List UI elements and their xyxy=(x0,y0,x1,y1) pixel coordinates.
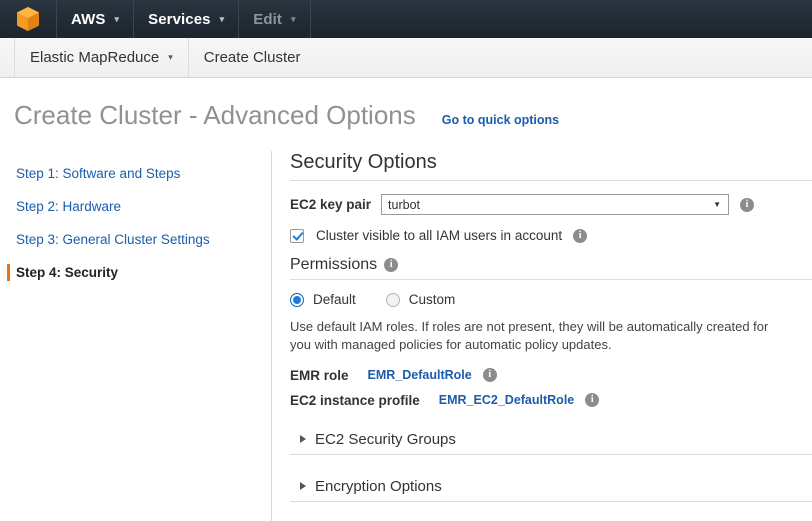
permissions-radio-group: Default Custom xyxy=(290,292,812,307)
nav-item-aws-label: AWS xyxy=(71,10,106,28)
info-icon[interactable]: i xyxy=(585,393,600,408)
emr-role-row: EMR role EMR_DefaultRole i xyxy=(290,368,812,383)
page-body: Step 1: Software and Steps Step 2: Hardw… xyxy=(0,151,812,521)
sidebar-item-step-4-label: Step 4: Security xyxy=(16,265,119,280)
nav-item-aws[interactable]: AWS ▾ xyxy=(57,0,135,38)
chevron-down-icon: ▾ xyxy=(114,13,120,24)
chevron-right-icon xyxy=(300,482,306,491)
collapsible-encryption-options-label: Encryption Options xyxy=(315,477,442,495)
ec2-key-pair-value: turbot xyxy=(388,197,421,212)
breadcrumb-leading-spacer xyxy=(0,38,15,77)
breadcrumb-item-service[interactable]: Elastic MapReduce ▾ xyxy=(15,38,189,77)
nav-item-services[interactable]: Services ▾ xyxy=(134,0,240,38)
chevron-down-icon: ▾ xyxy=(168,52,173,62)
nav-item-edit[interactable]: Edit ▾ xyxy=(239,0,311,38)
breadcrumb: Elastic MapReduce ▾ Create Cluster xyxy=(0,38,812,78)
permissions-description: Use default IAM roles. If roles are not … xyxy=(290,319,769,353)
page-header: Create Cluster - Advanced Options Go to … xyxy=(0,78,812,131)
chevron-down-icon: ▾ xyxy=(290,13,296,24)
chevron-down-icon: ▼ xyxy=(713,199,722,209)
breadcrumb-item-current: Create Cluster xyxy=(189,38,316,77)
sidebar-item-step-2[interactable]: Step 2: Hardware xyxy=(0,190,271,223)
emr-role-label: EMR role xyxy=(290,367,349,383)
collapsible-ec2-security-groups-label: EC2 Security Groups xyxy=(315,430,456,448)
permissions-radio-default-label: Default xyxy=(313,292,356,307)
info-icon[interactable]: i xyxy=(384,258,399,272)
ec2-key-pair-row: EC2 key pair turbot ▼ i xyxy=(290,194,812,215)
subsection-title-permissions: Permissions i xyxy=(290,256,812,280)
chevron-right-icon xyxy=(300,435,306,444)
section-title-security-options: Security Options xyxy=(290,151,812,181)
sidebar-item-step-4[interactable]: Step 4: Security xyxy=(0,256,271,289)
ec2-instance-profile-link[interactable]: EMR_EC2_DefaultRole xyxy=(439,393,574,407)
breadcrumb-current-label: Create Cluster xyxy=(203,49,301,66)
cluster-visible-row: Cluster visible to all IAM users in acco… xyxy=(290,228,812,243)
permissions-radio-custom-label: Custom xyxy=(408,292,456,307)
permissions-radio-custom[interactable] xyxy=(385,292,400,307)
info-icon[interactable]: i xyxy=(573,228,588,243)
page-title: Create Cluster - Advanced Options xyxy=(14,100,416,130)
collapsible-ec2-security-groups[interactable]: EC2 Security Groups xyxy=(290,424,812,455)
breadcrumb-service-label: Elastic MapReduce xyxy=(30,49,160,66)
chevron-down-icon: ▾ xyxy=(219,13,225,24)
sidebar-item-step-1[interactable]: Step 1: Software and Steps xyxy=(0,157,271,190)
aws-cube-icon xyxy=(17,7,39,31)
top-navigation-bar: AWS ▾ Services ▾ Edit ▾ xyxy=(0,0,812,38)
cluster-visible-checkbox[interactable] xyxy=(290,228,304,243)
info-icon[interactable]: i xyxy=(482,368,497,383)
emr-role-link[interactable]: EMR_DefaultRole xyxy=(368,368,472,382)
sidebar-item-step-1-label: Step 1: Software and Steps xyxy=(16,166,181,181)
ec2-key-pair-select[interactable]: turbot ▼ xyxy=(381,194,730,215)
ec2-instance-profile-row: EC2 instance profile EMR_EC2_DefaultRole… xyxy=(290,393,812,408)
aws-logo[interactable] xyxy=(0,0,57,38)
nav-item-edit-label: Edit xyxy=(253,10,282,28)
info-icon[interactable]: i xyxy=(740,197,755,212)
ec2-key-pair-label: EC2 key pair xyxy=(290,197,372,212)
nav-item-services-label: Services xyxy=(148,10,211,28)
collapsible-encryption-options[interactable]: Encryption Options xyxy=(290,471,812,502)
permissions-radio-default[interactable] xyxy=(290,292,304,307)
cluster-visible-label: Cluster visible to all IAM users in acco… xyxy=(316,228,563,243)
security-options-panel: Security Options EC2 key pair turbot ▼ i… xyxy=(272,151,812,521)
go-to-quick-options-link[interactable]: Go to quick options xyxy=(442,113,559,127)
sidebar-item-step-3-label: Step 3: General Cluster Settings xyxy=(16,232,210,247)
ec2-instance-profile-label: EC2 instance profile xyxy=(290,392,420,408)
sidebar-item-step-2-label: Step 2: Hardware xyxy=(16,199,122,214)
wizard-steps-sidebar: Step 1: Software and Steps Step 2: Hardw… xyxy=(0,151,272,521)
sidebar-item-step-3[interactable]: Step 3: General Cluster Settings xyxy=(0,223,271,256)
permissions-title-label: Permissions xyxy=(290,256,378,273)
